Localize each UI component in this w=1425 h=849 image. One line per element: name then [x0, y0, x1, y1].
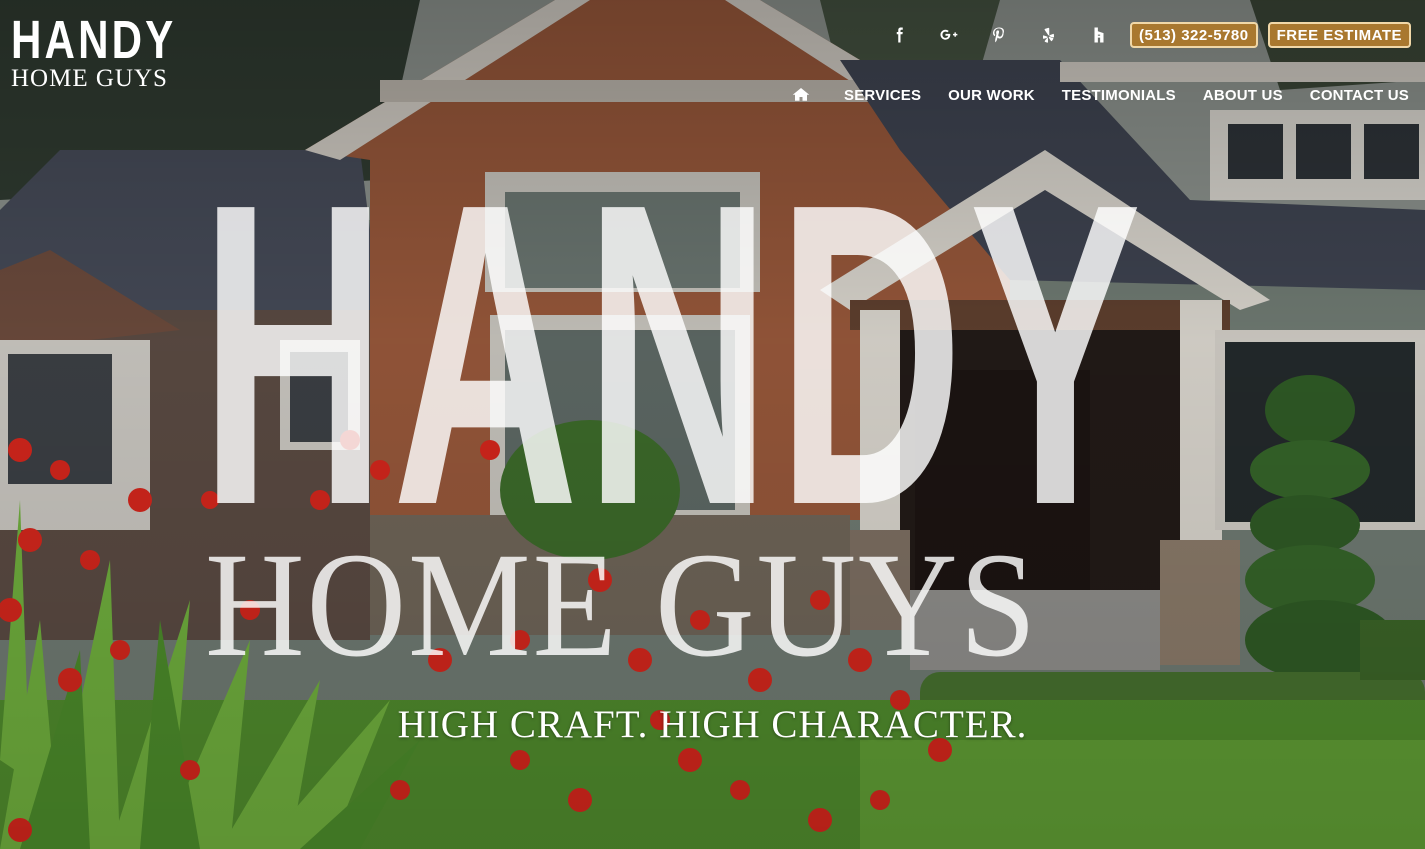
site-logo[interactable]: HANDY HOME GUYS	[11, 10, 223, 92]
hero-tagline: HIGH CRAFT. HIGH CHARACTER.	[397, 703, 1028, 746]
nav-contact-us[interactable]: CONTACT US	[1310, 87, 1409, 104]
top-bar: (513) 322-5780 FREE ESTIMATE	[874, 22, 1411, 48]
houzz-icon[interactable]	[1074, 22, 1124, 48]
main-nav: SERVICES OUR WORK TESTIMONIALS ABOUT US …	[792, 86, 1409, 104]
nav-services[interactable]: SERVICES	[844, 87, 921, 104]
pinterest-icon[interactable]	[974, 22, 1024, 48]
home-icon[interactable]	[792, 86, 814, 104]
nav-our-work[interactable]: OUR WORK	[948, 87, 1035, 104]
free-estimate-button[interactable]: FREE ESTIMATE	[1267, 22, 1411, 48]
logo-title: HANDY	[11, 10, 177, 70]
logo-subtitle: HOME GUYS	[11, 65, 168, 92]
nav-testimonials[interactable]: TESTIMONIALS	[1062, 87, 1176, 104]
phone-button[interactable]: (513) 322-5780	[1130, 22, 1258, 48]
nav-about-us[interactable]: ABOUT US	[1203, 87, 1283, 104]
google-plus-icon[interactable]	[924, 22, 974, 48]
hero-subtitle: HOME GUYS	[205, 522, 1039, 688]
yelp-icon[interactable]	[1024, 22, 1074, 48]
hero-title: HANDY	[200, 115, 1148, 595]
facebook-icon[interactable]	[874, 22, 924, 48]
